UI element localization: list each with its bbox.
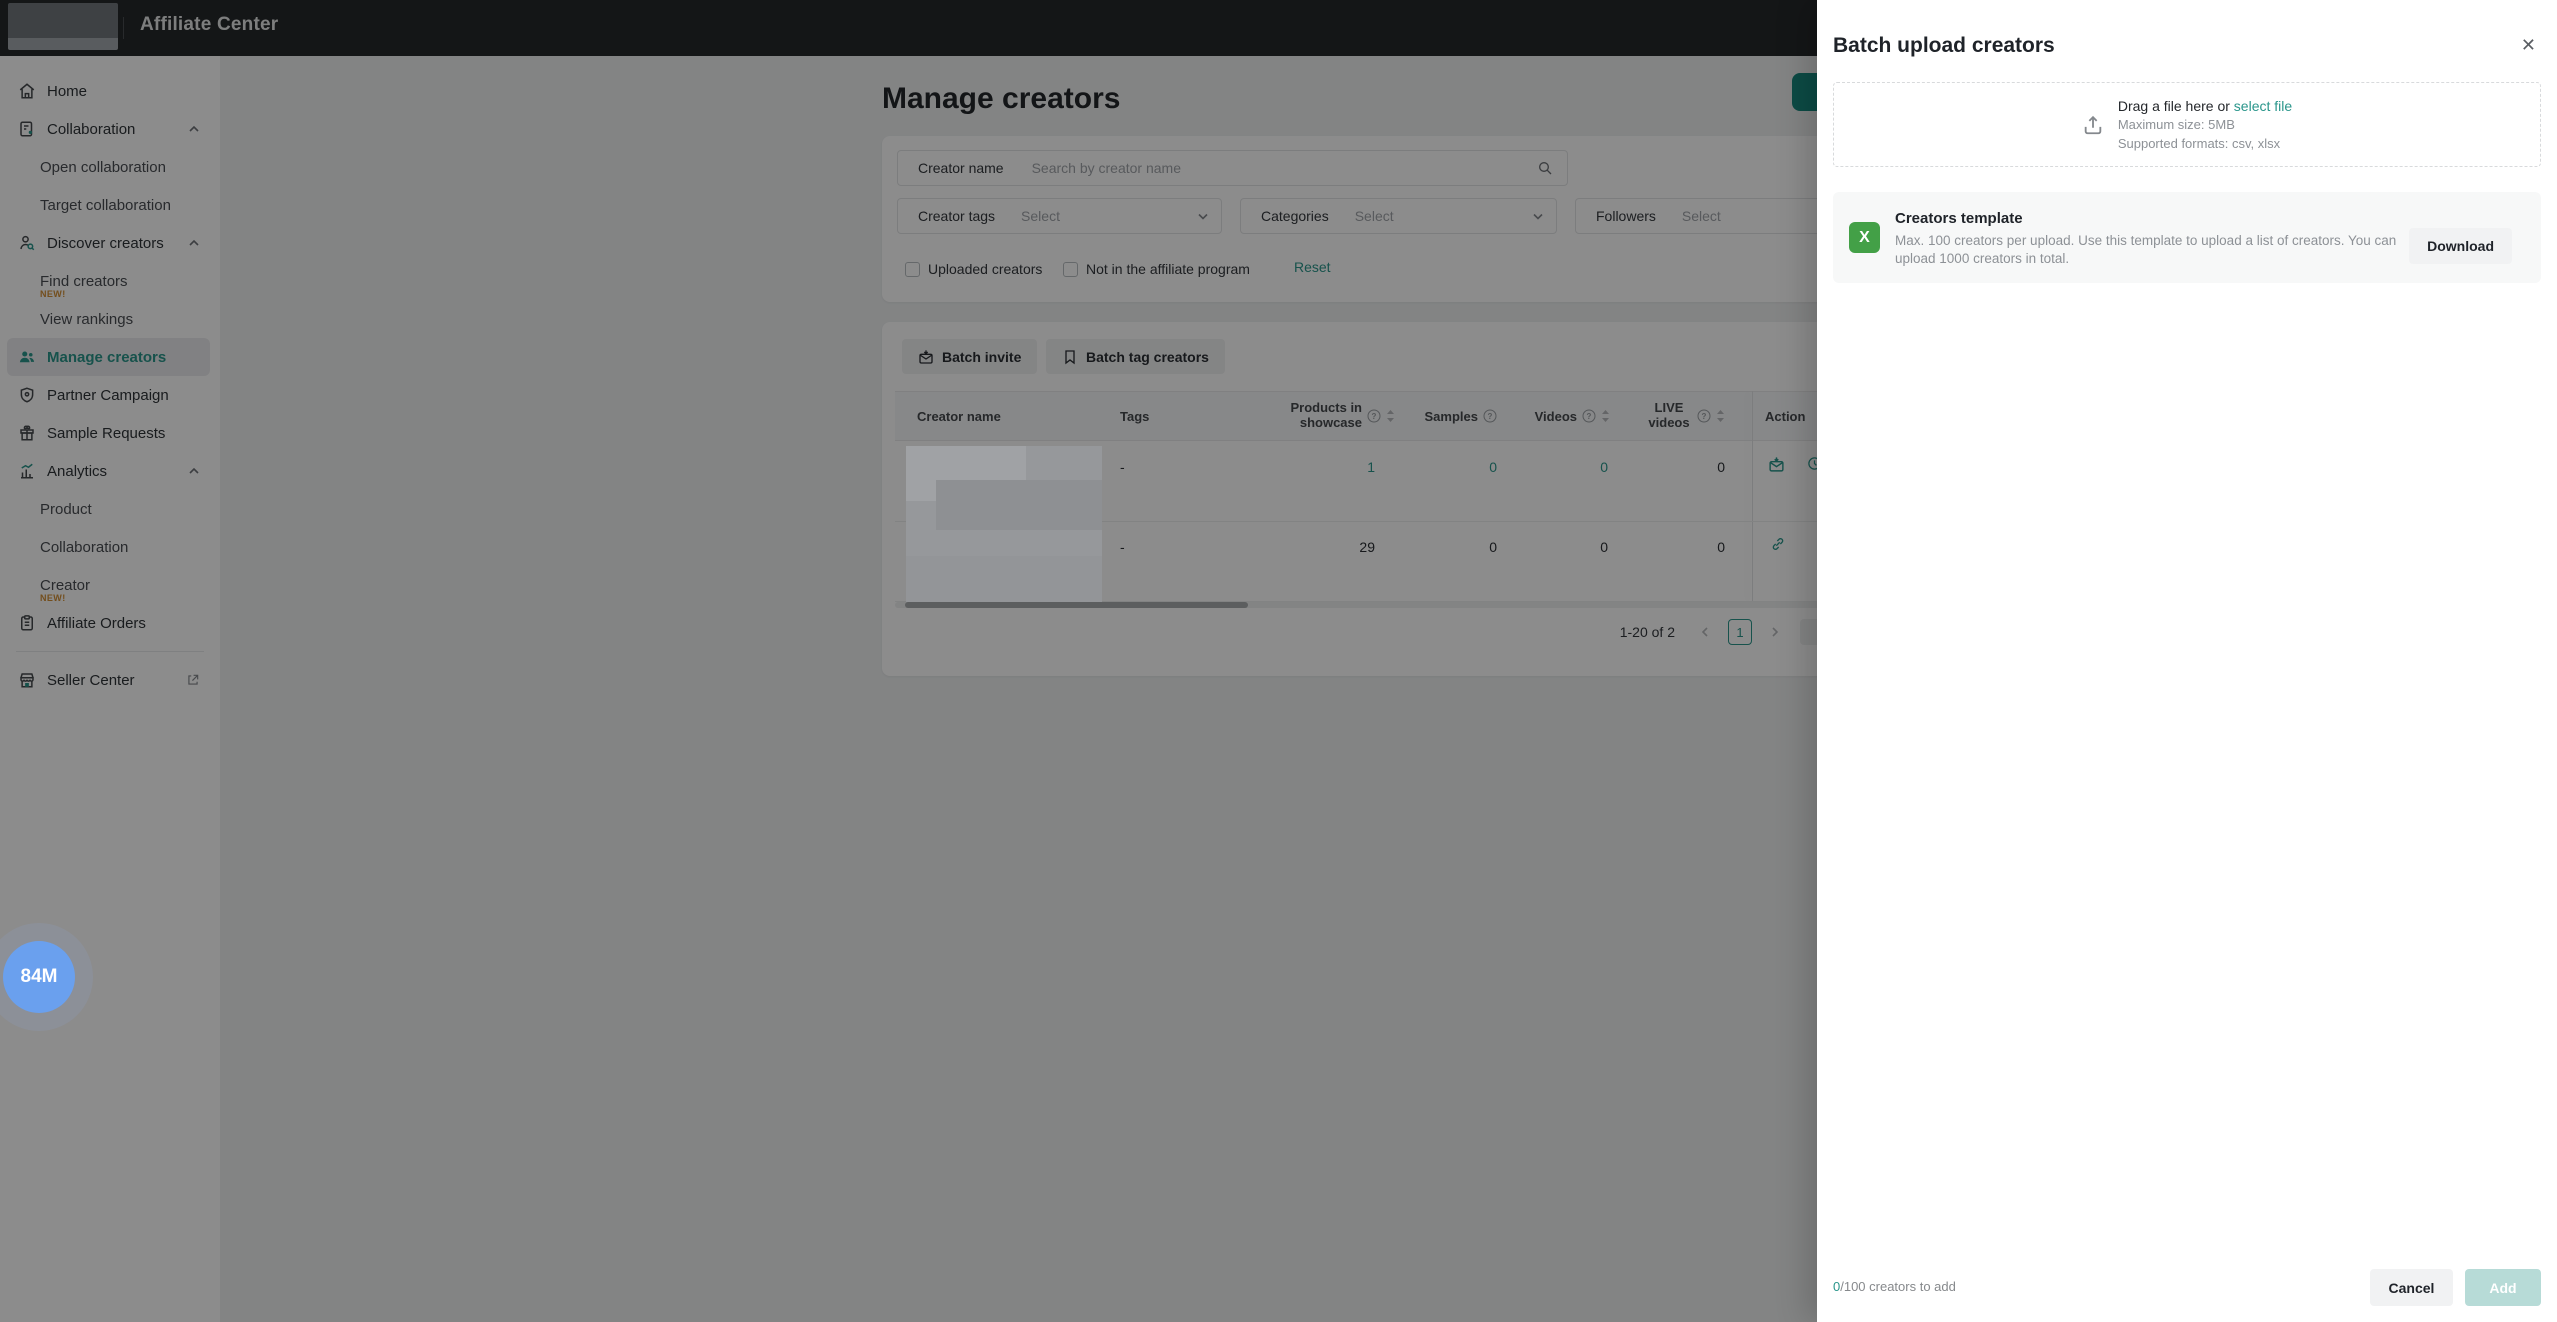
download-template-button[interactable]: Download	[2409, 228, 2512, 264]
creators-count: 0/100 creators to add	[1833, 1279, 1956, 1294]
dropzone-max-size: Maximum size: 5MB	[2118, 116, 2292, 133]
creator-names-redacted	[906, 446, 1102, 602]
file-dropzone[interactable]: Drag a file here or select file Maximum …	[1833, 82, 2541, 167]
affiliate-center-app: Affiliate Center Home Collaboration Open…	[0, 0, 2557, 1322]
dropzone-instruction: Drag a file here or select file	[2118, 98, 2292, 114]
creators-template-card: X Creators template Max. 100 creators pe…	[1833, 192, 2541, 283]
upload-icon	[2082, 114, 2104, 136]
drawer-title: Batch upload creators	[1833, 34, 2055, 58]
template-description: Max. 100 creators per upload. Use this t…	[1895, 232, 2430, 268]
modal-scrim	[0, 0, 1817, 1322]
excel-file-icon: X	[1849, 222, 1880, 253]
floating-badge[interactable]: 84M	[3, 941, 75, 1013]
batch-upload-drawer: Batch upload creators ✕ Drag a file here…	[1817, 0, 2557, 1322]
close-icon[interactable]: ✕	[2521, 36, 2536, 54]
template-title: Creators template	[1895, 210, 2023, 227]
logo-redacted	[8, 3, 118, 50]
select-file-link[interactable]: select file	[2234, 98, 2292, 114]
add-button[interactable]: Add	[2465, 1269, 2541, 1306]
dropzone-formats: Supported formats: csv, xlsx	[2118, 135, 2292, 152]
cancel-button[interactable]: Cancel	[2370, 1269, 2453, 1306]
